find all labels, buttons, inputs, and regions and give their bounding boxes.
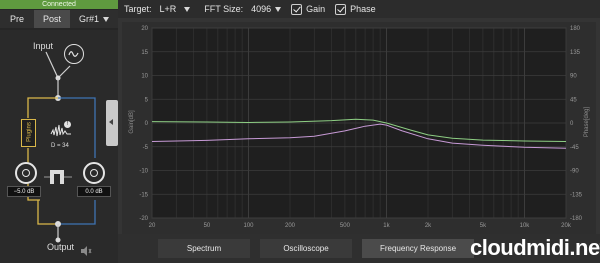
fft-size-select[interactable]: 4096: [251, 4, 282, 14]
knob-center: [22, 169, 30, 177]
tab-spectrum[interactable]: Spectrum: [158, 239, 250, 258]
knob-center: [90, 169, 98, 177]
x-tick-label: 500: [340, 223, 351, 229]
x-tick-label: 1k: [383, 223, 390, 229]
gain-checkbox-label: Gain: [306, 4, 326, 14]
tab-post[interactable]: Post: [34, 10, 70, 28]
right-gain-value[interactable]: 0.0 dB: [77, 186, 111, 197]
x-tick-label: 10k: [520, 223, 531, 229]
watermark: cloudmidi.net: [470, 235, 600, 260]
x-tick-label: 200: [285, 223, 296, 229]
tab-spectrum-label: Spectrum: [186, 244, 222, 253]
y-left-tick-label: 15: [141, 50, 148, 56]
toolbar: Target: L+R FFT Size: 4096 Gain Phase: [118, 0, 600, 18]
tap-point-tabs: Pre Post Gr#1: [0, 10, 118, 28]
icon-notch: [54, 174, 60, 184]
tab-pre[interactable]: Pre: [0, 10, 34, 28]
tab-oscilloscope-label: Oscilloscope: [283, 244, 329, 253]
tab-frequency-response-label: Frequency Response: [379, 244, 457, 253]
tab-frequency-response[interactable]: Frequency Response: [362, 239, 474, 258]
chevron-down-icon: [275, 7, 282, 13]
y-right-tick-label: -90: [570, 169, 579, 175]
x-tick-label: 50: [204, 223, 211, 229]
app-window: Connected Pre Post Gr#1 Input Plugins ! …: [0, 0, 600, 263]
tab-oscilloscope[interactable]: Oscilloscope: [260, 239, 352, 258]
target-value: L+R: [159, 4, 177, 14]
tab-post-label: Post: [42, 14, 61, 24]
y-right-tick-label: 135: [570, 50, 581, 56]
y-right-tick-label: 0: [570, 121, 574, 127]
y-right-tick-label: 90: [570, 74, 577, 80]
y-left-tick-label: 0: [145, 121, 149, 127]
frequency-response-graph[interactable]: 20 50 100 200 500 1k 2k 5k 10k 20k 20 15 10 5 0 -5 -10 -1…: [122, 22, 596, 234]
y-axis-left-label: Gain[dB]: [129, 110, 135, 134]
left-gain-value[interactable]: −5.0 dB: [7, 186, 41, 197]
tab-pre-label: Pre: [9, 14, 24, 24]
y-left-tick-label: -5: [143, 145, 149, 151]
target-label: Target:: [124, 4, 152, 14]
x-tick-label: 5k: [480, 223, 487, 229]
plugins-label: Plugins: [26, 122, 33, 142]
right-gain-knob[interactable]: [83, 162, 105, 184]
y-left-tick-label: -10: [139, 169, 148, 175]
target-select[interactable]: L+R: [160, 4, 191, 14]
signal-generator-icon[interactable]: [64, 44, 84, 64]
routing-panel: Connected Pre Post Gr#1 Input Plugins ! …: [0, 0, 118, 263]
y-left-tick-label: -20: [139, 216, 148, 222]
phase-checkbox[interactable]: [335, 3, 347, 15]
y-right-tick-label: -45: [570, 145, 579, 151]
plugins-slot[interactable]: Plugins: [21, 119, 36, 147]
x-tick-label: 100: [243, 223, 254, 229]
y-left-tick-label: 10: [141, 74, 148, 80]
graph-canvas: 20 50 100 200 500 1k 2k 5k 10k 20k20151050-5-10-1…: [129, 26, 590, 229]
y-right-tick-label: -135: [570, 192, 583, 198]
y-right-tick-label: -180: [570, 216, 583, 222]
info-icon[interactable]: !: [64, 121, 71, 128]
x-tick-label: 20k: [561, 223, 572, 229]
panel-collapse-handle[interactable]: [106, 100, 118, 146]
fft-size-value: 4096: [251, 4, 272, 14]
y-right-tick-label: 45: [570, 97, 577, 103]
phase-invert-icon[interactable]: [50, 170, 64, 184]
output-label: Output: [47, 242, 75, 252]
connection-status: Connected: [0, 0, 118, 9]
y-left-tick-label: 5: [145, 97, 149, 103]
phase-checkbox-label: Phase: [350, 4, 376, 14]
x-tick-label: 20: [149, 223, 156, 229]
chevron-down-icon: [184, 7, 191, 13]
input-label: Input: [33, 41, 54, 51]
y-left-tick-label: -15: [139, 192, 148, 198]
speaker-mute-icon[interactable]: [80, 243, 92, 256]
routing-diagram: Input Plugins ! D = 34 −5.0 dB 0.0 dB Ou…: [0, 30, 118, 263]
y-right-tick-label: 180: [570, 26, 581, 32]
gain-checkbox[interactable]: [291, 3, 303, 15]
x-tick-label: 2k: [425, 223, 432, 229]
fft-size-label: FFT Size:: [204, 4, 244, 14]
delay-value: D = 34: [51, 143, 69, 149]
left-gain-knob[interactable]: [15, 162, 37, 184]
y-left-tick-label: 20: [141, 26, 148, 32]
chevron-down-icon: [103, 17, 109, 23]
group-select-label: Gr#1: [78, 14, 99, 24]
y-axis-right-label: Phase[deg]: [584, 106, 590, 137]
group-select[interactable]: Gr#1: [70, 10, 118, 28]
collapse-arrow-icon: [109, 119, 113, 125]
